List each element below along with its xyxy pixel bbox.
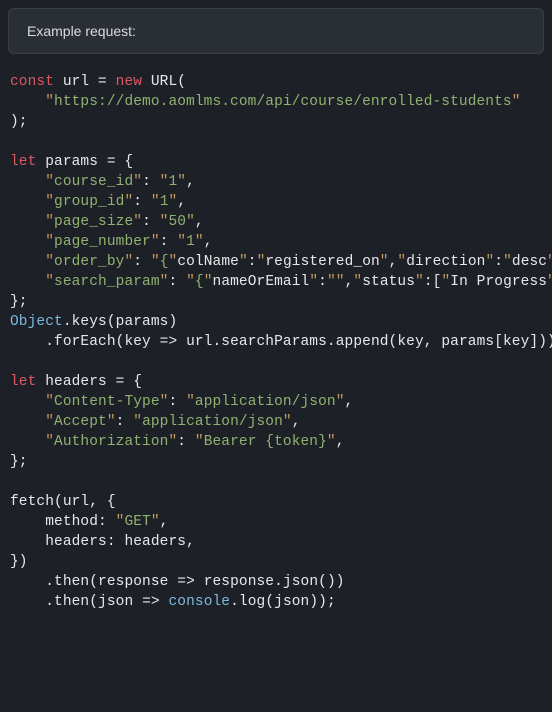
keyword-const: const bbox=[10, 74, 54, 90]
header-val: application/json bbox=[142, 414, 283, 430]
param-key: page_size bbox=[54, 214, 133, 230]
code-line: "search_param": "{"nameOrEmail":"","stat… bbox=[10, 274, 552, 290]
string-quote: " bbox=[186, 214, 195, 230]
var-url: url bbox=[63, 74, 89, 90]
arrow-param: key bbox=[124, 334, 150, 350]
code-line: Object.keys(params) bbox=[10, 314, 177, 330]
opt-method: method bbox=[45, 514, 98, 530]
url-string: https://demo.aomlms.com/api/course/enrol… bbox=[54, 94, 512, 110]
string-quote: " bbox=[177, 174, 186, 190]
string-quote: " bbox=[45, 94, 54, 110]
string-quote: " bbox=[283, 414, 292, 430]
string-quote: " bbox=[107, 414, 116, 430]
method-then: then bbox=[54, 574, 89, 590]
code-line: "page_number": "1", bbox=[10, 234, 213, 250]
string-quote: " bbox=[45, 194, 54, 210]
param-key: order_by bbox=[54, 254, 124, 270]
string-quote: " bbox=[186, 394, 195, 410]
fn-fetch: fetch bbox=[10, 494, 54, 510]
string-quote: " bbox=[45, 254, 54, 270]
method-log: log bbox=[239, 594, 265, 610]
string-quote: " bbox=[151, 194, 160, 210]
code-line: const url = new URL( bbox=[10, 74, 186, 90]
string-quote: " bbox=[336, 394, 345, 410]
param-key: search_param bbox=[54, 274, 160, 290]
code-line: fetch(url, { bbox=[10, 494, 116, 510]
code-line: let headers = { bbox=[10, 374, 142, 390]
param-key: group_id bbox=[54, 194, 124, 210]
header-key: Content-Type bbox=[54, 394, 160, 410]
header-key: Authorization bbox=[54, 434, 168, 450]
string-quote: " bbox=[124, 194, 133, 210]
code-line: "Accept": "application/json", bbox=[10, 414, 301, 430]
string-quote: " bbox=[45, 174, 54, 190]
string-quote: " bbox=[195, 234, 204, 250]
string-quote: " bbox=[45, 214, 54, 230]
class-object: Object bbox=[10, 314, 63, 330]
string-quote: " bbox=[512, 94, 521, 110]
opt-headers: headers bbox=[45, 534, 107, 550]
method-val: GET bbox=[124, 514, 150, 530]
code-line: "group_id": "1", bbox=[10, 194, 186, 210]
string-quote: " bbox=[168, 434, 177, 450]
code-line: }; bbox=[10, 454, 28, 470]
keyword-let: let bbox=[10, 154, 36, 170]
code-line: }; bbox=[10, 294, 28, 310]
class-url: URL bbox=[151, 74, 177, 90]
code-line: "page_size": "50", bbox=[10, 214, 204, 230]
string-quote: " bbox=[45, 234, 54, 250]
param-val: 1 bbox=[186, 234, 195, 250]
keyword-new: new bbox=[116, 74, 142, 90]
string-quote: " bbox=[327, 434, 336, 450]
code-line: .then(json => console.log(json)); bbox=[10, 594, 336, 610]
param-key: page_number bbox=[54, 234, 151, 250]
string-quote: " bbox=[151, 514, 160, 530]
class-console: console bbox=[168, 594, 230, 610]
param-key: course_id bbox=[54, 174, 133, 190]
string-quote: " bbox=[151, 254, 160, 270]
header-key: Accept bbox=[54, 414, 107, 430]
var-headers: headers bbox=[45, 374, 107, 390]
code-line: "Content-Type": "application/json", bbox=[10, 394, 353, 410]
example-request-header: Example request: bbox=[8, 8, 544, 54]
code-line: "order_by": "{"colName":"registered_on",… bbox=[10, 254, 552, 270]
method-foreach: forEach bbox=[54, 334, 116, 350]
string-quote: " bbox=[124, 254, 133, 270]
code-line: .forEach(key => url.searchParams.append(… bbox=[10, 334, 552, 350]
header-val: Bearer {token} bbox=[204, 434, 327, 450]
keyword-let: let bbox=[10, 374, 36, 390]
method-keys: keys bbox=[72, 314, 107, 330]
var-params: params bbox=[45, 154, 98, 170]
code-line: headers: headers, bbox=[10, 534, 195, 550]
arrow-param: json bbox=[98, 594, 133, 610]
string-quote: " bbox=[45, 394, 54, 410]
string-quote: " bbox=[195, 434, 204, 450]
string-quote: " bbox=[177, 234, 186, 250]
param-val: 1 bbox=[168, 174, 177, 190]
code-block: const url = new URL( "https://demo.aomlm… bbox=[0, 62, 552, 622]
param-val: 1 bbox=[160, 194, 169, 210]
string-quote: " bbox=[133, 414, 142, 430]
string-quote: " bbox=[133, 214, 142, 230]
string-quote: " bbox=[133, 174, 142, 190]
code-line: let params = { bbox=[10, 154, 133, 170]
string-quote: " bbox=[45, 434, 54, 450]
header-label: Example request: bbox=[27, 23, 136, 39]
string-quote: " bbox=[169, 194, 178, 210]
code-line: ); bbox=[10, 114, 28, 130]
string-quote: " bbox=[151, 234, 160, 250]
code-line: method: "GET", bbox=[10, 514, 168, 530]
string-quote: " bbox=[45, 274, 54, 290]
string-quote: " bbox=[45, 414, 54, 430]
string-quote: " bbox=[186, 274, 195, 290]
code-line: "Authorization": "Bearer {token}", bbox=[10, 434, 345, 450]
code-line: .then(response => response.json()) bbox=[10, 574, 345, 590]
code-line: "https://demo.aomlms.com/api/course/enro… bbox=[10, 94, 521, 110]
code-line: "course_id": "1", bbox=[10, 174, 195, 190]
param-val: 50 bbox=[168, 214, 186, 230]
code-line: }) bbox=[10, 554, 28, 570]
header-val: application/json bbox=[195, 394, 336, 410]
arrow-param: response bbox=[98, 574, 168, 590]
method-then: then bbox=[54, 594, 89, 610]
